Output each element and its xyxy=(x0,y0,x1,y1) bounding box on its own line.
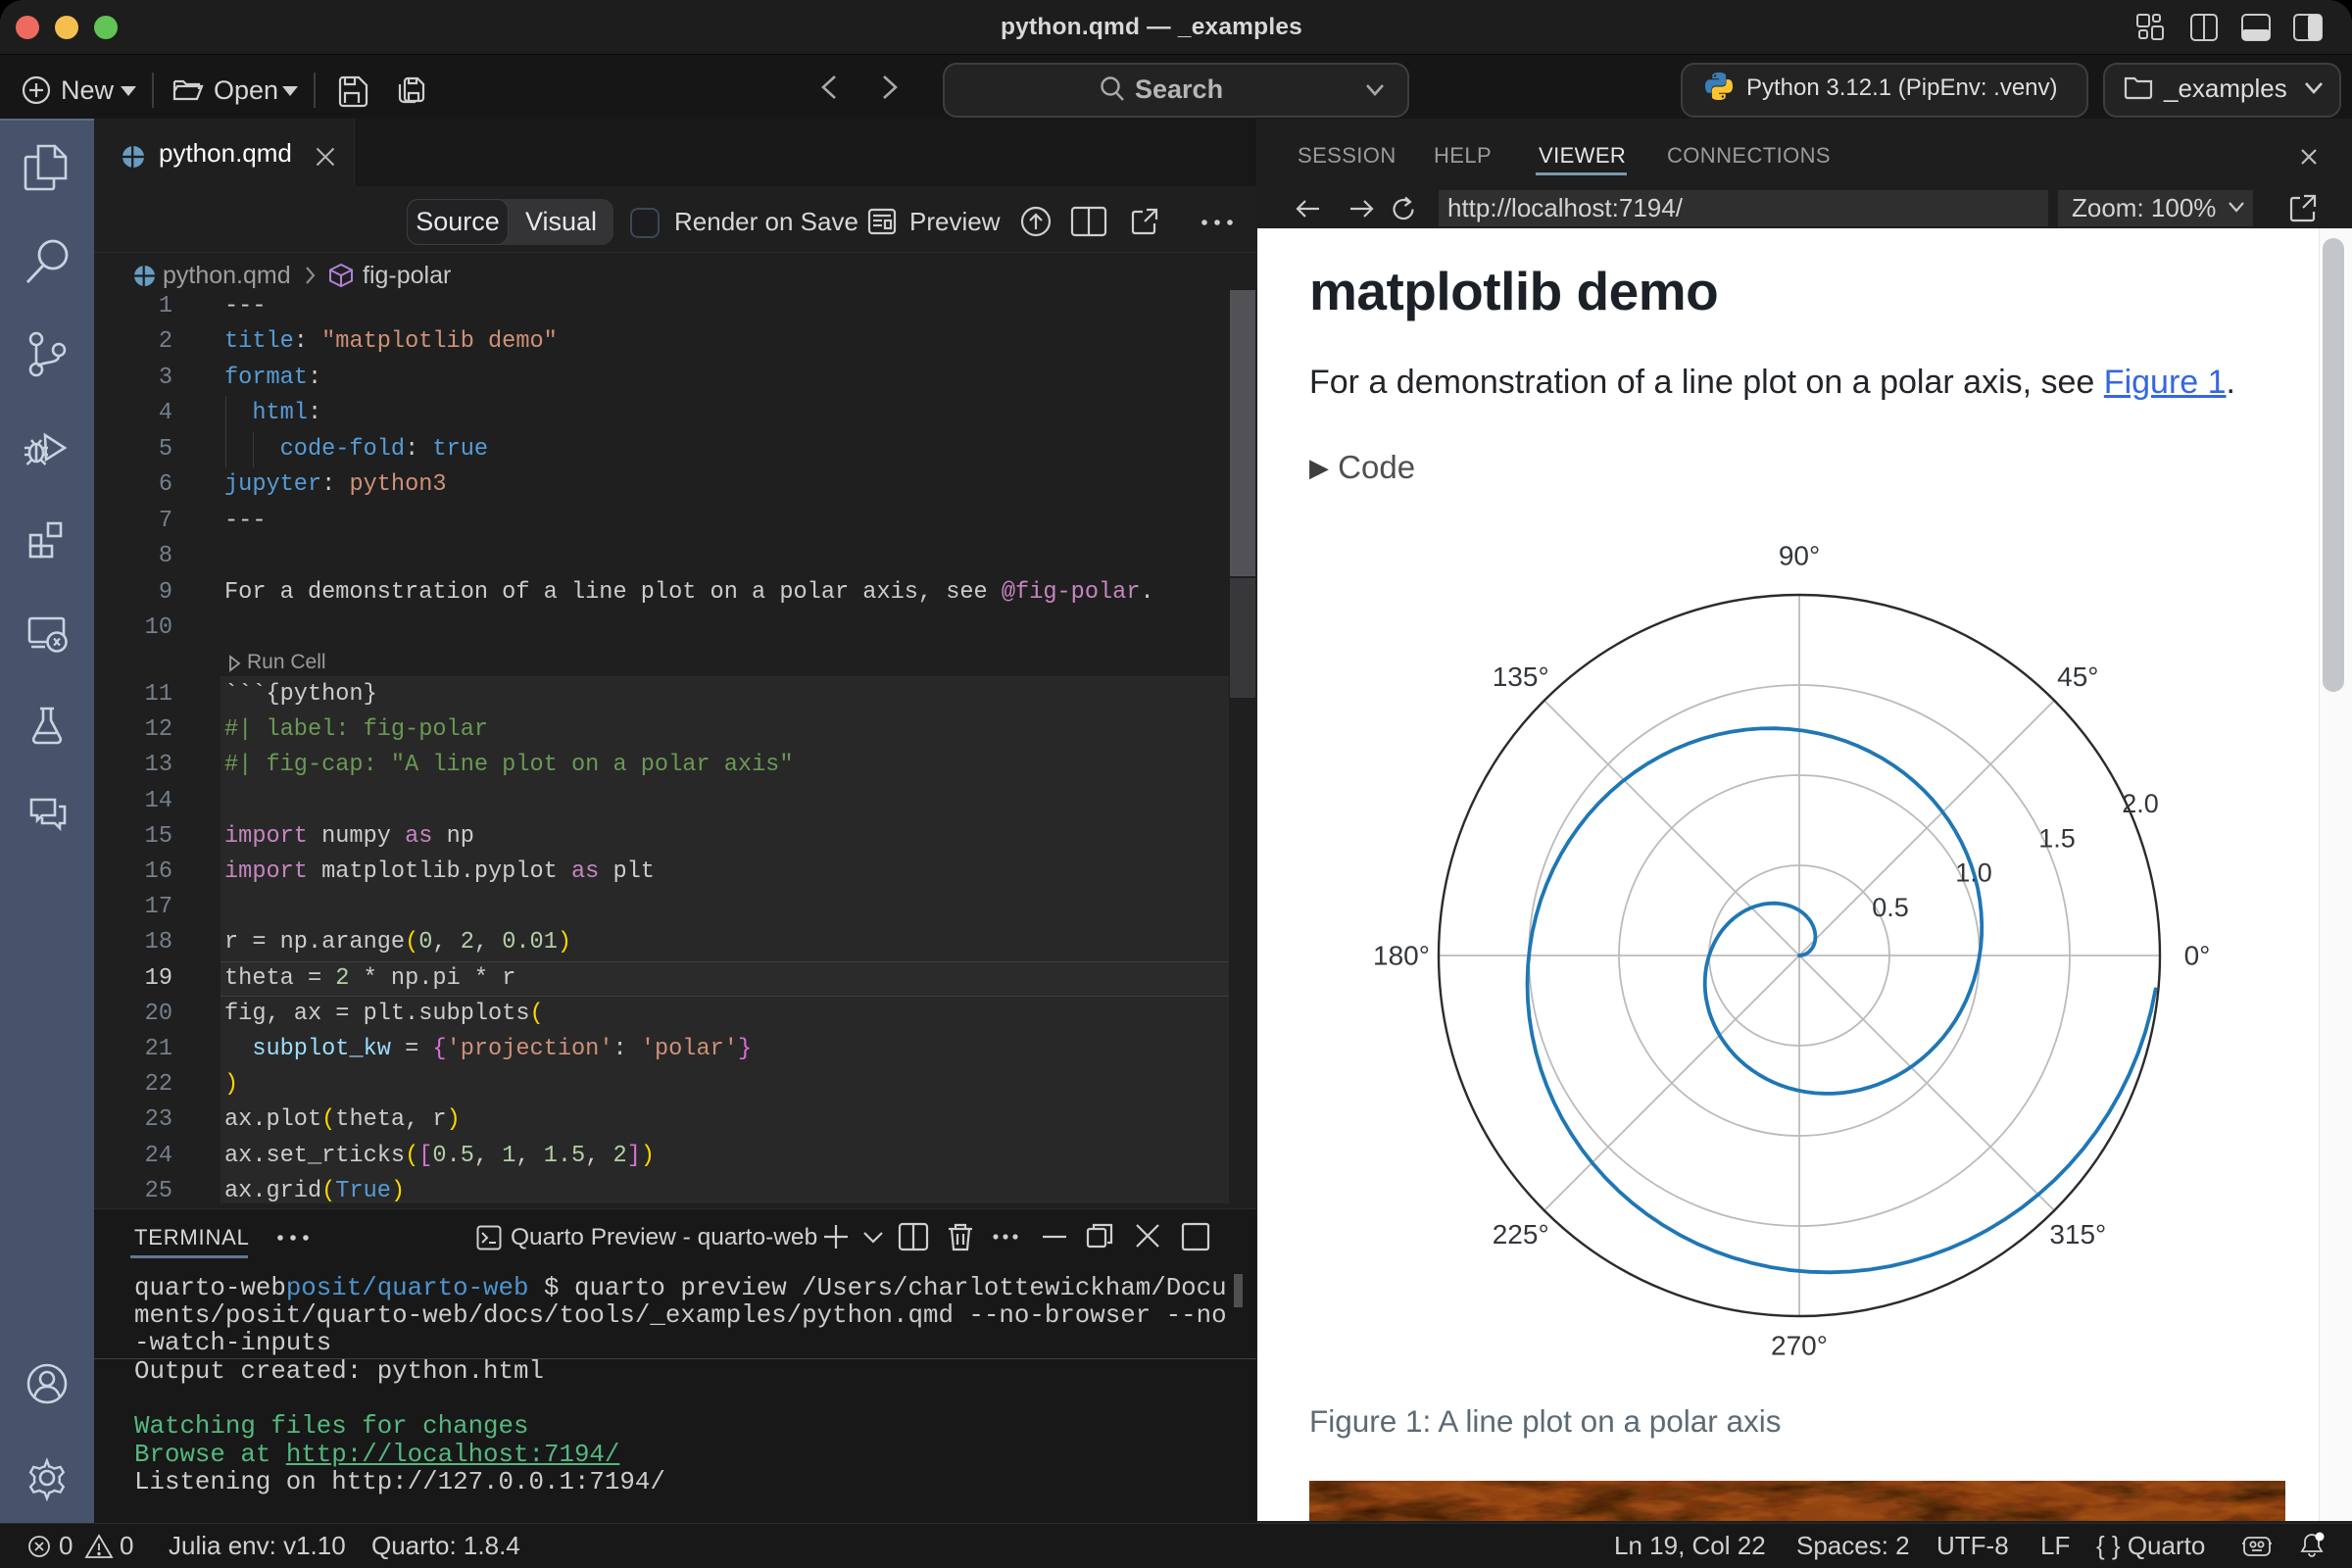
svg-text:1.0: 1.0 xyxy=(1955,858,1992,888)
svg-text:90°: 90° xyxy=(1779,541,1820,571)
svg-text:225°: 225° xyxy=(1493,1219,1549,1250)
svg-text:1.5: 1.5 xyxy=(2038,823,2076,853)
svg-text:180°: 180° xyxy=(1373,941,1430,971)
svg-text:45°: 45° xyxy=(2057,662,2098,692)
svg-text:0°: 0° xyxy=(2184,941,2211,971)
svg-text:135°: 135° xyxy=(1493,662,1549,692)
svg-text:2.0: 2.0 xyxy=(2122,789,2159,818)
svg-text:270°: 270° xyxy=(1771,1331,1828,1361)
svg-text:315°: 315° xyxy=(2049,1219,2106,1250)
svg-text:0.5: 0.5 xyxy=(1872,893,1909,922)
